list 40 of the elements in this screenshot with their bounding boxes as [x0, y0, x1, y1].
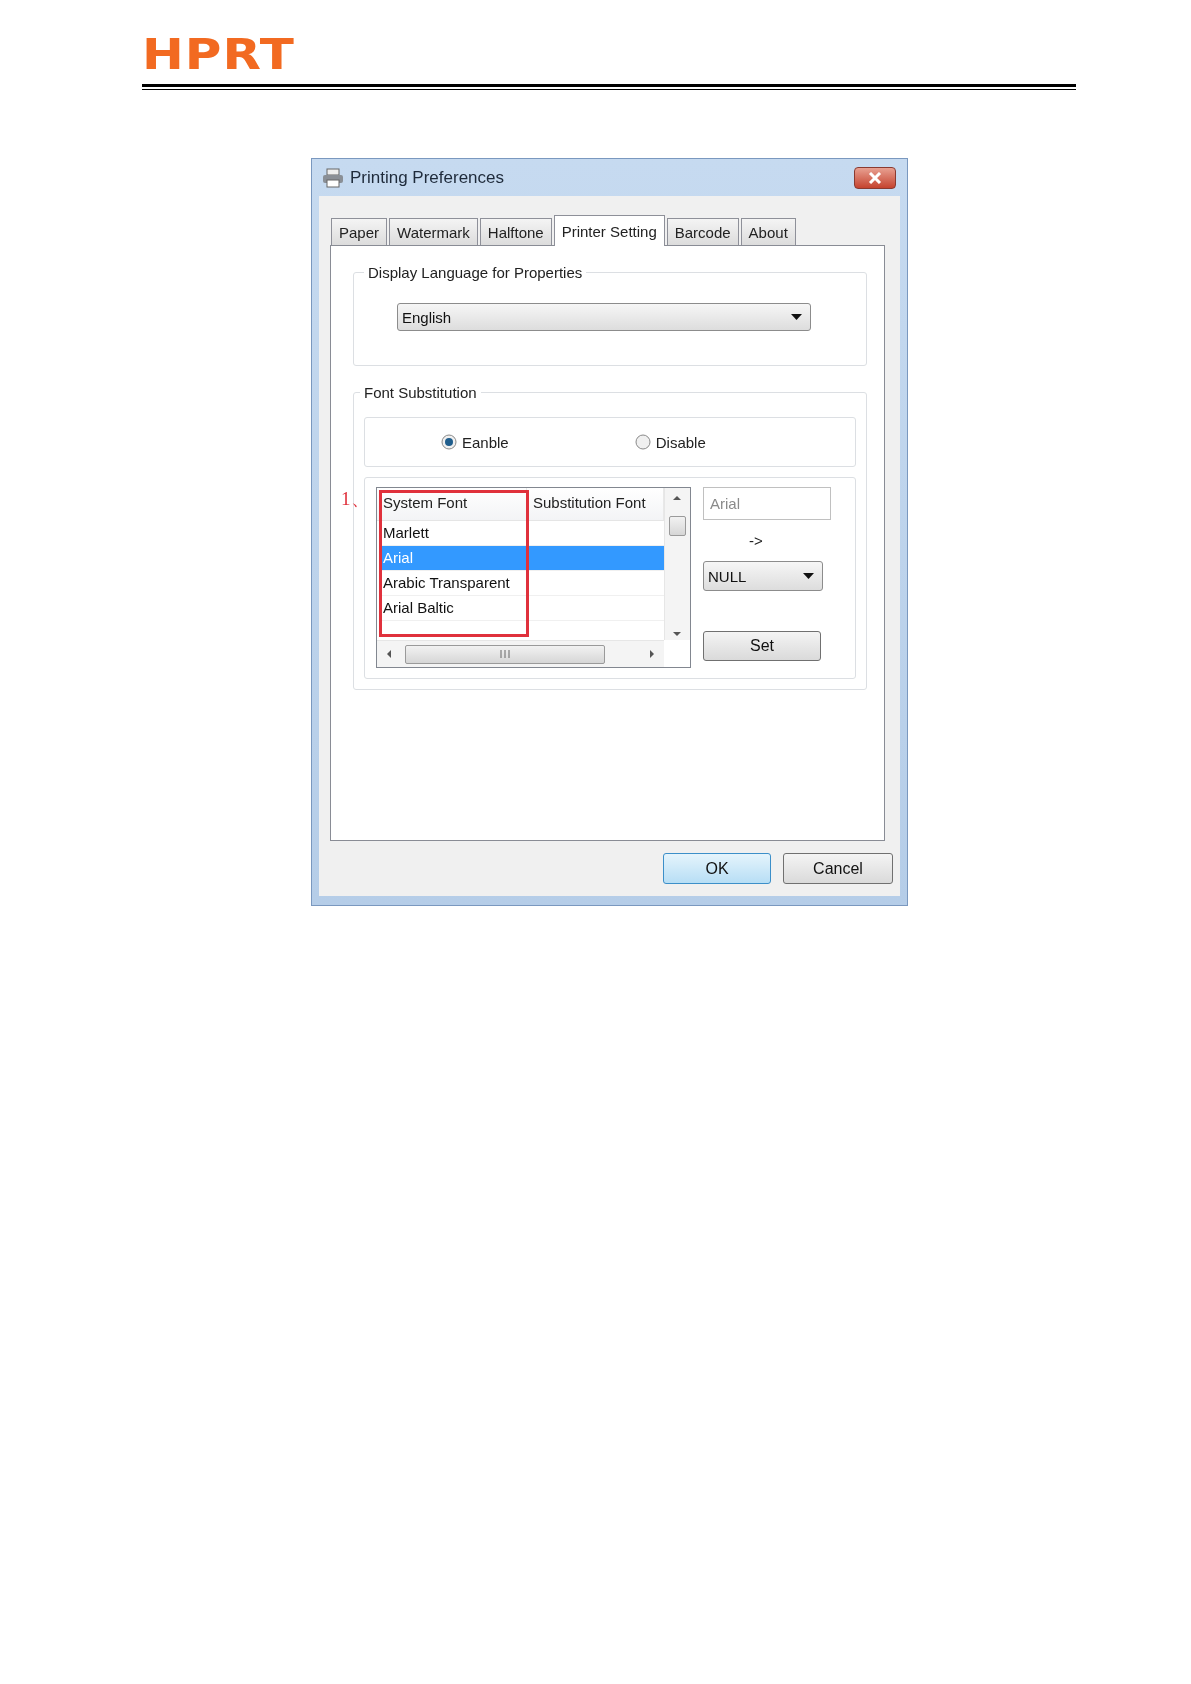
tab[interactable]: Watermark [389, 218, 478, 245]
close-icon [868, 171, 882, 184]
ok-button[interactable]: OK [663, 853, 771, 884]
substitution-dropdown[interactable]: NULL [703, 561, 823, 591]
scroll-right-icon[interactable] [648, 650, 656, 658]
logo: HPRT [142, 36, 295, 74]
caret-icon [803, 573, 814, 579]
tab[interactable]: About [740, 218, 796, 245]
vertical-scrollbar[interactable] [664, 488, 690, 640]
caret-icon [791, 314, 802, 320]
group-label: Font Substitution [363, 384, 478, 401]
window-title: Printing Preferences [350, 167, 506, 188]
language-dropdown[interactable]: English [397, 303, 811, 331]
tab[interactable]: Barcode [666, 218, 739, 245]
scrollbar-thumb[interactable] [669, 516, 686, 536]
radio-button[interactable] [441, 434, 457, 450]
tab[interactable]: Printer Setting [553, 215, 665, 246]
scroll-left-icon[interactable] [385, 650, 393, 658]
set-button[interactable]: Set [703, 631, 821, 661]
printer-icon [322, 167, 344, 188]
list-cell-text: Arabic Transparent [382, 573, 511, 593]
tab[interactable]: Halftone [479, 218, 552, 245]
radio-option[interactable]: Eanble [441, 433, 509, 451]
grip-icon [499, 650, 511, 658]
radio-option[interactable]: Disable [634, 433, 706, 451]
column-header[interactable]: Substitution Font [527, 488, 664, 520]
radio-button[interactable] [634, 434, 651, 450]
scroll-down-icon[interactable] [673, 630, 681, 638]
scroll-up-icon[interactable] [673, 494, 681, 502]
list-cell-text: Arial Baltic [382, 598, 455, 618]
list-cell-text: Arial [382, 548, 414, 568]
scrollbar-thumb[interactable] [405, 645, 605, 664]
group-label: Display Language for Properties [367, 264, 584, 281]
horizontal-scrollbar[interactable] [377, 640, 664, 667]
arrow-label: -> [749, 532, 763, 551]
callout-number: 1、 [341, 487, 370, 511]
cancel-button[interactable]: Cancel [783, 853, 893, 884]
tab[interactable]: Paper [331, 218, 388, 245]
list-cell-text: Marlett [382, 523, 430, 543]
close-button[interactable] [854, 166, 896, 189]
